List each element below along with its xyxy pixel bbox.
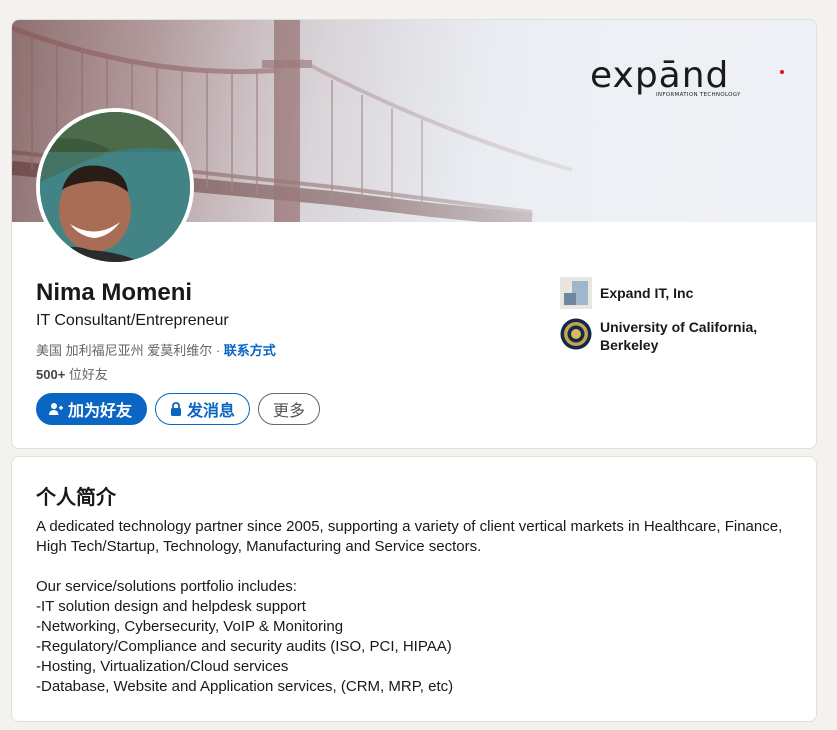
company-name: Expand IT, Inc [600, 285, 694, 301]
profile-name: Nima Momeni [36, 279, 193, 306]
profile-actions: 加为好友 发消息 更多 [36, 393, 321, 425]
connections-count[interactable]: 500+ 位好友 [36, 364, 108, 383]
profile-location: 美国 加利福尼亚州 爱莫利维尔 · 联系方式 [36, 340, 276, 359]
connect-label: 加为好友 [68, 401, 133, 420]
education-school[interactable]: University of California, Berkeley [560, 318, 780, 354]
about-title: 个人简介 [36, 487, 116, 509]
about-body: A dedicated technology partner since 200… [36, 518, 783, 695]
more-button[interactable]: 更多 [258, 393, 321, 425]
contact-info-link[interactable]: 联系方式 [224, 343, 276, 358]
brand-wordmark: expānd [590, 55, 730, 96]
school-name: University of California, Berkeley [600, 319, 758, 353]
avatar-photo [40, 112, 190, 262]
university-seal-icon [560, 318, 592, 350]
profile-headline: IT Consultant/Entrepreneur [36, 312, 229, 329]
message-label: 发消息 [187, 401, 236, 420]
connections-number: 500+ [36, 367, 66, 382]
connect-button[interactable]: 加为好友 [36, 393, 148, 425]
message-button[interactable]: 发消息 [155, 393, 251, 425]
more-label: 更多 [273, 401, 306, 420]
profile-top-card: expānd INFORMATION TECHNOLOGY Nima Momen… [11, 19, 817, 449]
brand-dot [780, 70, 784, 74]
profile-avatar[interactable] [36, 108, 194, 266]
company-logo-icon [560, 277, 592, 309]
location-text: 美国 加利福尼亚州 爱莫利维尔 · [36, 343, 224, 358]
expand-logo: expānd INFORMATION TECHNOLOGY [590, 56, 790, 100]
connections-label: 位好友 [65, 367, 108, 382]
add-user-icon [49, 402, 63, 416]
brand-tagline: INFORMATION TECHNOLOGY [656, 92, 741, 98]
about-section: 个人简介 A dedicated technology partner sinc… [11, 456, 817, 722]
lock-icon [170, 402, 182, 416]
current-company[interactable]: Expand IT, Inc [560, 277, 780, 309]
